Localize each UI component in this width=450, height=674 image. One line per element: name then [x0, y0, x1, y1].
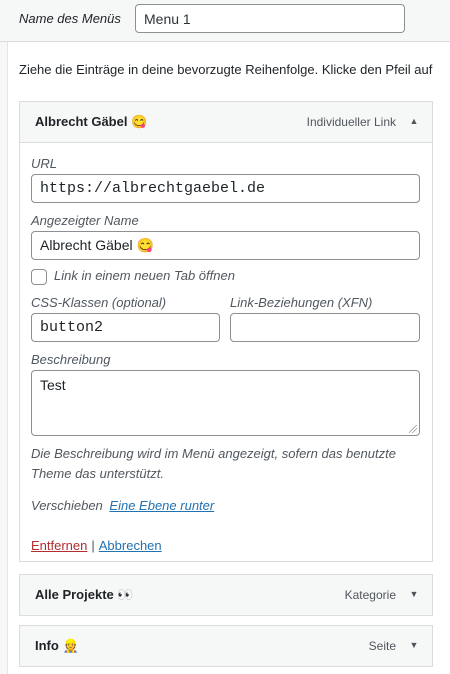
css-classes-input[interactable]	[31, 313, 220, 342]
menu-item-title: Info 👷	[35, 638, 79, 653]
css-classes-label: CSS-Klassen (optional)	[31, 295, 167, 310]
menu-name-label: Name des Menüs	[19, 11, 121, 26]
menu-instructions: Ziehe die Einträge in deine bevorzugte R…	[19, 62, 433, 77]
menu-item-type: Kategorie	[344, 588, 396, 602]
menu-item-type: Individueller Link	[306, 115, 396, 129]
nav-label-input[interactable]	[31, 231, 420, 260]
move-label: Verschieben	[31, 498, 103, 513]
menu-item-title: Albrecht Gäbel 😋	[35, 114, 148, 129]
menu-name-input[interactable]	[135, 4, 405, 33]
remove-link[interactable]: Entfernen	[31, 538, 87, 553]
yum-emoji-icon: 😋	[131, 114, 148, 129]
menu-item-header[interactable]: Albrecht Gäbel 😋 Individueller Link ▲	[20, 102, 432, 142]
nav-label-label: Angezeigter Name	[31, 213, 139, 228]
move-row: Verschieben Eine Ebene runter	[31, 498, 214, 513]
new-tab-checkbox[interactable]	[31, 269, 47, 285]
menu-item-title: Alle Projekte 👀	[35, 587, 134, 602]
expand-arrow-icon[interactable]: ▼	[409, 589, 419, 599]
description-label: Beschreibung	[31, 352, 111, 367]
item-actions: Entfernen | Abbrechen	[31, 538, 162, 553]
menu-item-type: Seite	[368, 639, 396, 653]
menu-item-alle-projekte[interactable]: Alle Projekte 👀 Kategorie ▼	[19, 574, 433, 616]
menu-header: Name des Menüs	[0, 0, 450, 42]
left-edge	[0, 42, 8, 674]
description-textarea[interactable]: Test	[31, 370, 420, 436]
xfn-input[interactable]	[230, 313, 420, 342]
action-separator: |	[91, 538, 95, 553]
move-down-level-link[interactable]: Eine Ebene runter	[109, 498, 214, 513]
new-tab-label: Link in einem neuen Tab öffnen	[54, 268, 235, 283]
url-label: URL	[31, 156, 58, 171]
collapse-arrow-icon[interactable]: ▲	[409, 116, 419, 126]
url-input[interactable]	[31, 174, 420, 203]
resize-grip-icon[interactable]	[409, 425, 417, 433]
worker-emoji-icon: 👷	[62, 638, 79, 653]
menu-item-albrecht: Albrecht Gäbel 😋 Individueller Link ▲ UR…	[19, 101, 433, 562]
eyes-emoji-icon: 👀	[117, 587, 134, 602]
expand-arrow-icon[interactable]: ▼	[409, 640, 419, 650]
menu-item-settings: URL Angezeigter Name Link in einem neuen…	[20, 142, 432, 561]
xfn-label: Link-Beziehungen (XFN)	[230, 295, 373, 310]
cancel-link[interactable]: Abbrechen	[99, 538, 162, 553]
description-note: Die Beschreibung wird im Menü angezeigt,…	[31, 446, 396, 481]
menu-item-info[interactable]: Info 👷 Seite ▼	[19, 625, 433, 667]
